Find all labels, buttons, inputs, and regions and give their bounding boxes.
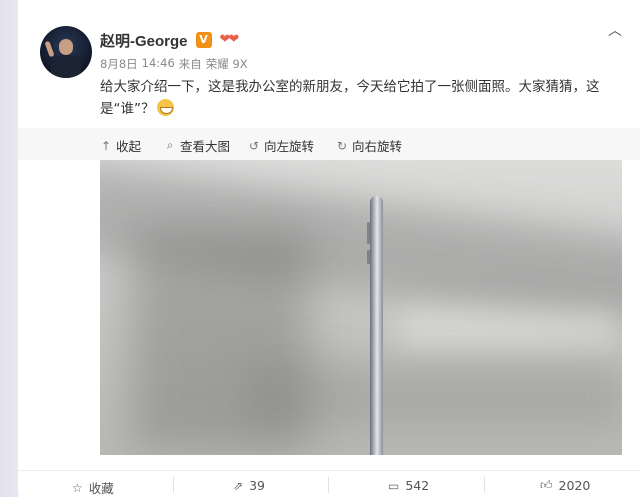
arrow-up-icon: ↑	[100, 138, 112, 153]
rotate-right-label: 向右旋转	[352, 139, 403, 154]
source-prefix: 来自	[178, 57, 202, 71]
collapse-button[interactable]: ↑ 收起	[100, 136, 141, 155]
rotate-left-icon: ↺	[248, 138, 260, 153]
view-large-button[interactable]: ⌕ 查看大图	[164, 136, 230, 155]
post-source[interactable]: 荣耀 9X	[206, 56, 248, 72]
grin-emoji-icon	[156, 99, 174, 116]
weibo-post-card: 赵明-George V ❤❤ ︿ 8月8日 14:46 来自 荣耀 9X 给大家…	[18, 0, 640, 496]
verified-badge-icon[interactable]: V	[195, 32, 212, 48]
post-photo[interactable]	[100, 160, 622, 455]
rotate-right-button[interactable]: ↻ 向右旋转	[336, 136, 402, 155]
favorite-label: 收藏	[88, 481, 114, 496]
phone-side-view	[370, 196, 383, 455]
star-icon: ☆	[72, 480, 83, 495]
post-footer: ☆ 收藏 ⇗ 39 ▭ 542 👍︎ 2020	[18, 470, 640, 496]
comment-icon: ▭	[388, 478, 400, 493]
user-name[interactable]: 赵明-George	[100, 30, 188, 51]
post-text: 给大家介绍一下，这是我办公室的新朋友，今天给它拍了一张侧面照。大家猜猜，这是“谁…	[100, 79, 600, 117]
view-large-label: 查看大图	[180, 139, 231, 154]
chevron-down-icon[interactable]: ︿	[608, 20, 622, 40]
magnify-icon: ⌕	[166, 138, 174, 152]
rotate-left-button[interactable]: ↺ 向左旋转	[248, 136, 314, 155]
post-meta: 8月8日 14:46 来自 荣耀 9X	[100, 56, 248, 72]
collapse-label: 收起	[116, 139, 142, 154]
rotate-left-label: 向左旋转	[264, 139, 315, 154]
post-content: 给大家介绍一下，这是我办公室的新朋友，今天给它拍了一张侧面照。大家猜猜，这是“谁…	[100, 76, 606, 120]
repost-icon: ⇗	[233, 478, 244, 493]
vip-hearts-icon[interactable]: ❤❤	[220, 32, 240, 48]
post-date[interactable]: 8月8日	[100, 56, 138, 72]
image-toolbar: ↑ 收起 ⌕ 查看大图 ↺ 向左旋转 ↻ 向右旋转	[18, 128, 640, 160]
rotate-right-icon: ↻	[336, 138, 348, 153]
post-time[interactable]: 14:46	[142, 56, 175, 72]
post-header: 赵明-George V ❤❤	[100, 30, 240, 51]
avatar[interactable]	[40, 26, 92, 78]
favorite-button[interactable]: ☆ 收藏	[72, 478, 114, 497]
